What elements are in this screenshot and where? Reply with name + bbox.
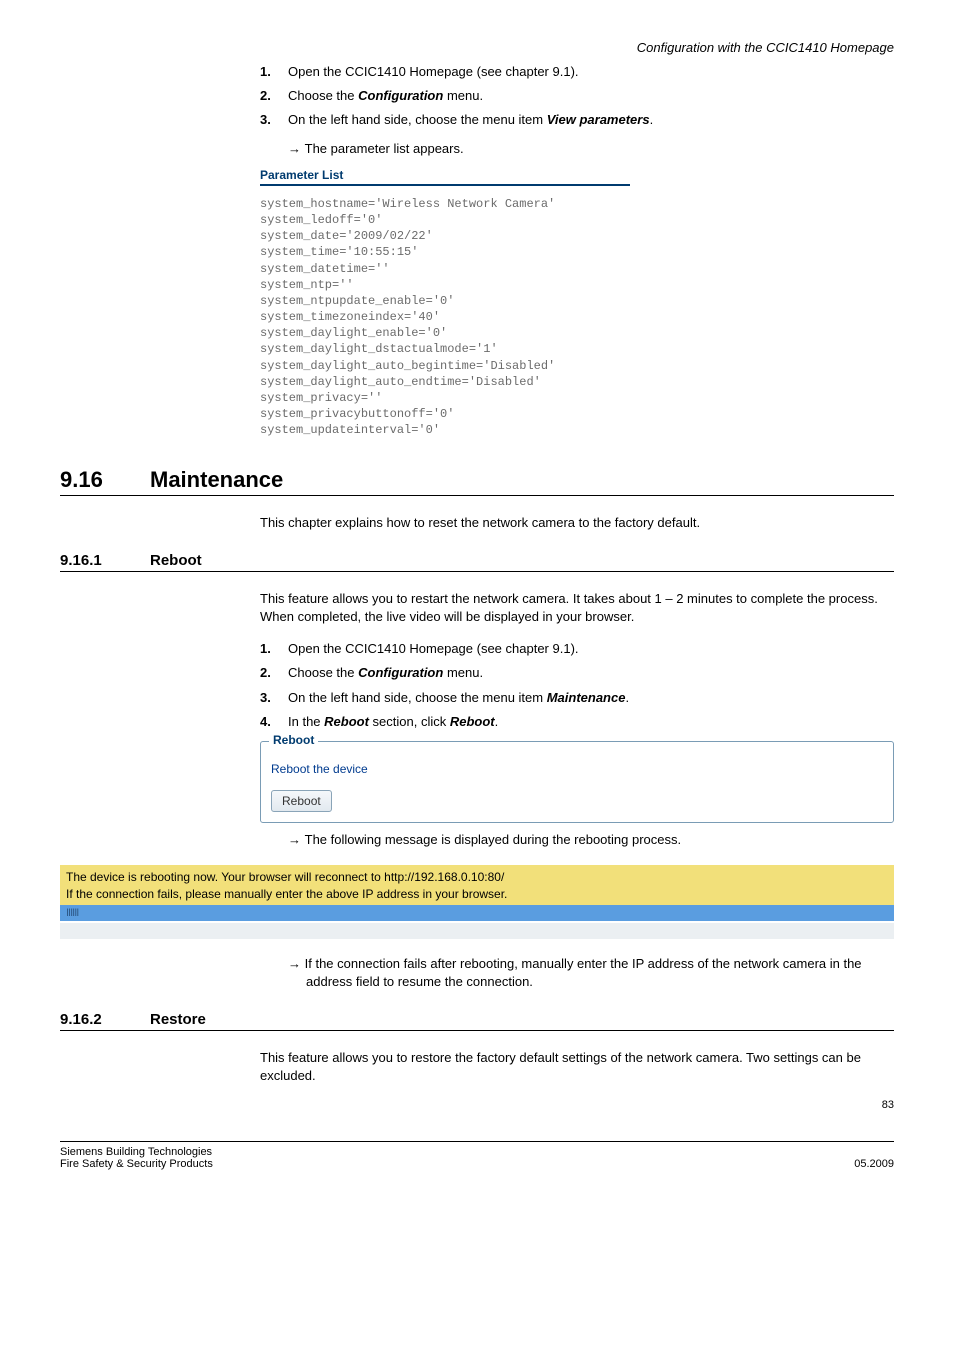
step-number: 1. <box>260 640 288 658</box>
reboot-fieldset: Reboot Reboot the device Reboot <box>260 741 894 823</box>
emphasis: Configuration <box>358 665 443 680</box>
footer-org: Siemens Building Technologies <box>60 1146 213 1158</box>
text: . <box>650 112 654 127</box>
subsection-intro: This feature allows you to restore the f… <box>260 1049 894 1085</box>
progress-ticks: IIIIII <box>66 905 78 921</box>
footer-dept: Fire Safety & Security Products <box>60 1158 213 1170</box>
step-number: 1. <box>260 63 288 81</box>
text: On the left hand side, choose the menu i… <box>288 690 547 705</box>
step-item: 3. On the left hand side, choose the men… <box>260 111 894 129</box>
parameter-list-body: system_hostname='Wireless Network Camera… <box>260 196 894 439</box>
result-text: The following message is displayed durin… <box>288 831 894 849</box>
progress-bar: IIIIII <box>60 905 894 921</box>
parameter-list-panel: Parameter List system_hostname='Wireless… <box>260 168 894 439</box>
step-text: On the left hand side, choose the menu i… <box>288 111 653 129</box>
text: ). <box>571 64 579 79</box>
emphasis: Reboot <box>324 714 369 729</box>
section-title: Maintenance <box>150 467 283 493</box>
subsection-heading: 9.16.1 Reboot <box>60 552 894 572</box>
section-heading: 9.16 Maintenance <box>60 467 894 496</box>
subsection-number: 9.16.1 <box>60 552 150 569</box>
text: Choose the <box>288 665 358 680</box>
step-text: Choose the Configuration menu. <box>288 664 483 682</box>
subsection-number: 9.16.2 <box>60 1011 150 1028</box>
reboot-description: Reboot the device <box>271 762 883 776</box>
step-item: 1. Open the CCIC1410 Homepage (see chapt… <box>260 63 894 81</box>
step-item: 2. Choose the Configuration menu. <box>260 664 894 682</box>
step-number: 2. <box>260 87 288 105</box>
text: menu. <box>443 665 483 680</box>
section-number: 9.16 <box>60 467 150 493</box>
step-text: Open the CCIC1410 Homepage (see chapter … <box>288 640 579 658</box>
text: Open the CCIC1410 Homepage (see chapter <box>288 641 553 656</box>
subsection-title: Reboot <box>150 552 202 569</box>
chapter-ref: 9.1 <box>553 641 571 656</box>
step-text: Choose the Configuration menu. <box>288 87 483 105</box>
page-number: 83 <box>60 1099 894 1111</box>
step-item: 3. On the left hand side, choose the men… <box>260 689 894 707</box>
step-text: In the Reboot section, click Reboot. <box>288 713 498 731</box>
text: . <box>625 690 629 705</box>
subsection-intro: This feature allows you to restart the n… <box>260 590 894 626</box>
reboot-legend: Reboot <box>269 733 318 747</box>
step-item: 1. Open the CCIC1410 Homepage (see chapt… <box>260 640 894 658</box>
result-text: If the connection fails after rebooting,… <box>288 955 894 991</box>
step-number: 4. <box>260 713 288 731</box>
text: Choose the <box>288 88 358 103</box>
subsection-heading: 9.16.2 Restore <box>60 1011 894 1031</box>
step-item: 4. In the Reboot section, click Reboot. <box>260 713 894 731</box>
section-intro: This chapter explains how to reset the n… <box>260 514 894 532</box>
step-item: 2. Choose the Configuration menu. <box>260 87 894 105</box>
page-header-context: Configuration with the CCIC1410 Homepage <box>60 40 894 55</box>
banner-line: The device is rebooting now. Your browse… <box>66 869 888 886</box>
step-text: On the left hand side, choose the menu i… <box>288 689 629 707</box>
banner-line: If the connection fails, please manually… <box>66 886 888 903</box>
text: section, click <box>369 714 450 729</box>
text: In the <box>288 714 324 729</box>
emphasis: Configuration <box>358 88 443 103</box>
step-number: 3. <box>260 689 288 707</box>
parameter-list-title: Parameter List <box>260 168 630 186</box>
subsection-title: Restore <box>150 1011 206 1028</box>
footer-date: 05.2009 <box>854 1158 894 1170</box>
page-footer: Siemens Building Technologies Fire Safet… <box>60 1141 894 1170</box>
text: On the left hand side, choose the menu i… <box>288 112 547 127</box>
text: menu. <box>443 88 483 103</box>
text: . <box>495 714 499 729</box>
text: ). <box>571 641 579 656</box>
step-number: 2. <box>260 664 288 682</box>
emphasis: Maintenance <box>547 690 626 705</box>
reboot-button[interactable]: Reboot <box>271 790 332 812</box>
step-text: Open the CCIC1410 Homepage (see chapter … <box>288 63 579 81</box>
result-text: The parameter list appears. <box>288 140 894 158</box>
text: Open the CCIC1410 Homepage (see chapter <box>288 64 553 79</box>
chapter-ref: 9.1 <box>553 64 571 79</box>
emphasis: Reboot <box>450 714 495 729</box>
step-number: 3. <box>260 111 288 129</box>
emphasis: View parameters <box>547 112 650 127</box>
banner-spacer <box>60 923 894 939</box>
reboot-banner: The device is rebooting now. Your browse… <box>60 865 894 905</box>
